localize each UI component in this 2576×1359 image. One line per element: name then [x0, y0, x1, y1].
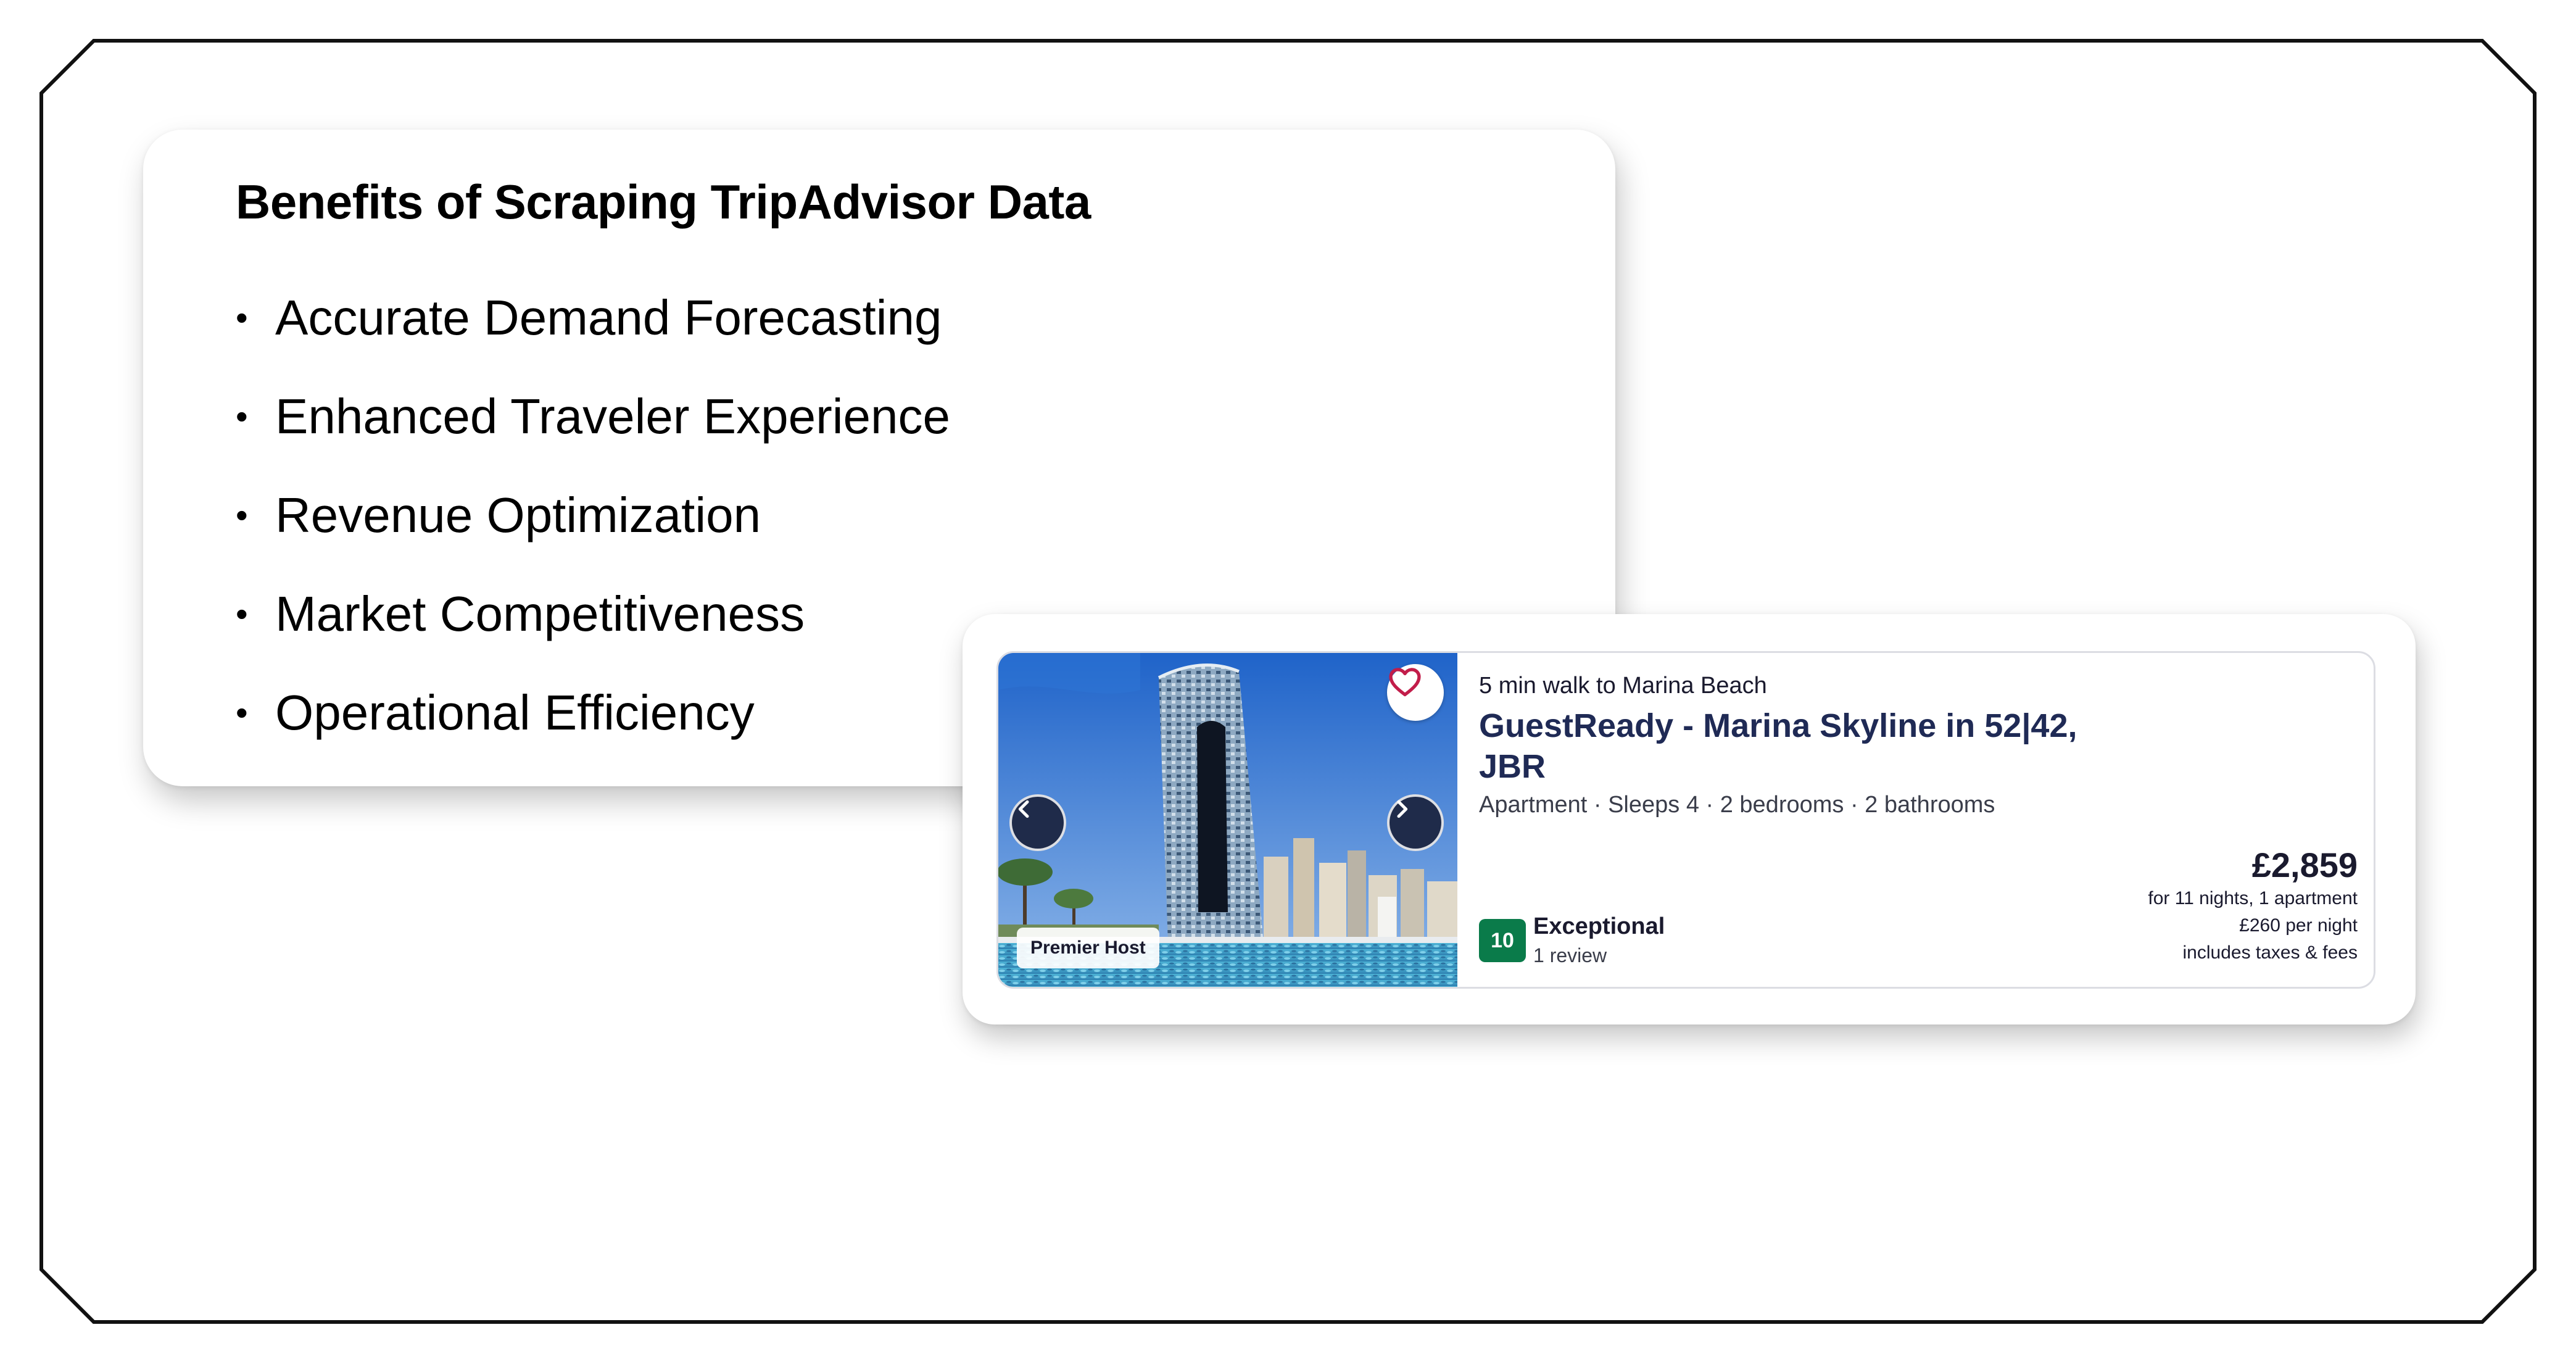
listing-card: Premier Host 5 min walk to Marina Beach … — [963, 614, 2416, 1024]
bullet: • — [236, 693, 248, 732]
chevron-right-icon — [1397, 800, 1408, 818]
benefit-label: Accurate Demand Forecasting — [275, 290, 942, 345]
listing-specs: Apartment · Sleeps 4 · 2 bedrooms · 2 ba… — [1479, 792, 1995, 818]
benefit-item: • Operational Efficiency — [236, 663, 950, 762]
price-per-night: £260 per night — [2239, 915, 2358, 936]
price-block: £2,859 for 11 nights, 1 apartment £260 p… — [2148, 846, 2358, 966]
bullet: • — [236, 496, 248, 534]
benefits-list: • Accurate Demand Forecasting • Enhanced… — [236, 268, 950, 762]
listing-photo[interactable]: Premier Host — [998, 653, 1457, 987]
price-stay-details: for 11 nights, 1 apartment — [2148, 888, 2358, 908]
listing-title[interactable]: GuestReady - Marina Skyline in 52|42, JB… — [1479, 705, 2127, 787]
listing-details: 5 min walk to Marina Beach GuestReady - … — [1457, 653, 2374, 987]
total-price: £2,859 — [2251, 846, 2358, 884]
previous-photo-button[interactable] — [1009, 794, 1066, 851]
favorite-button[interactable] — [1387, 664, 1444, 721]
benefit-label: Revenue Optimization — [275, 488, 761, 542]
price-note: includes taxes & fees — [2182, 942, 2358, 963]
bullet: • — [236, 298, 248, 337]
heart-icon — [1389, 668, 1421, 697]
benefit-label: Operational Efficiency — [275, 685, 755, 740]
benefit-item: • Accurate Demand Forecasting — [236, 268, 950, 367]
listing-item[interactable]: Premier Host 5 min walk to Marina Beach … — [996, 651, 2375, 989]
premier-host-badge: Premier Host — [1017, 928, 1159, 968]
rating-label: Exceptional — [1533, 913, 1665, 939]
review-count[interactable]: 1 review — [1533, 944, 1607, 967]
chevron-left-icon — [1018, 800, 1029, 818]
page: Benefits of Scraping TripAdvisor Data • … — [0, 0, 2576, 1359]
benefit-item: • Market Competitiveness — [236, 565, 950, 663]
benefits-title: Benefits of Scraping TripAdvisor Data — [236, 175, 1091, 229]
review-score-badge: 10 — [1479, 919, 1526, 962]
walk-distance: 5 min walk to Marina Beach — [1479, 673, 1767, 699]
next-photo-button[interactable] — [1387, 794, 1444, 851]
benefit-label: Enhanced Traveler Experience — [275, 389, 950, 444]
benefit-label: Market Competitiveness — [275, 586, 805, 641]
bullet: • — [236, 594, 248, 633]
bullet: • — [236, 397, 248, 436]
benefit-item: • Enhanced Traveler Experience — [236, 367, 950, 466]
benefit-item: • Revenue Optimization — [236, 466, 950, 565]
